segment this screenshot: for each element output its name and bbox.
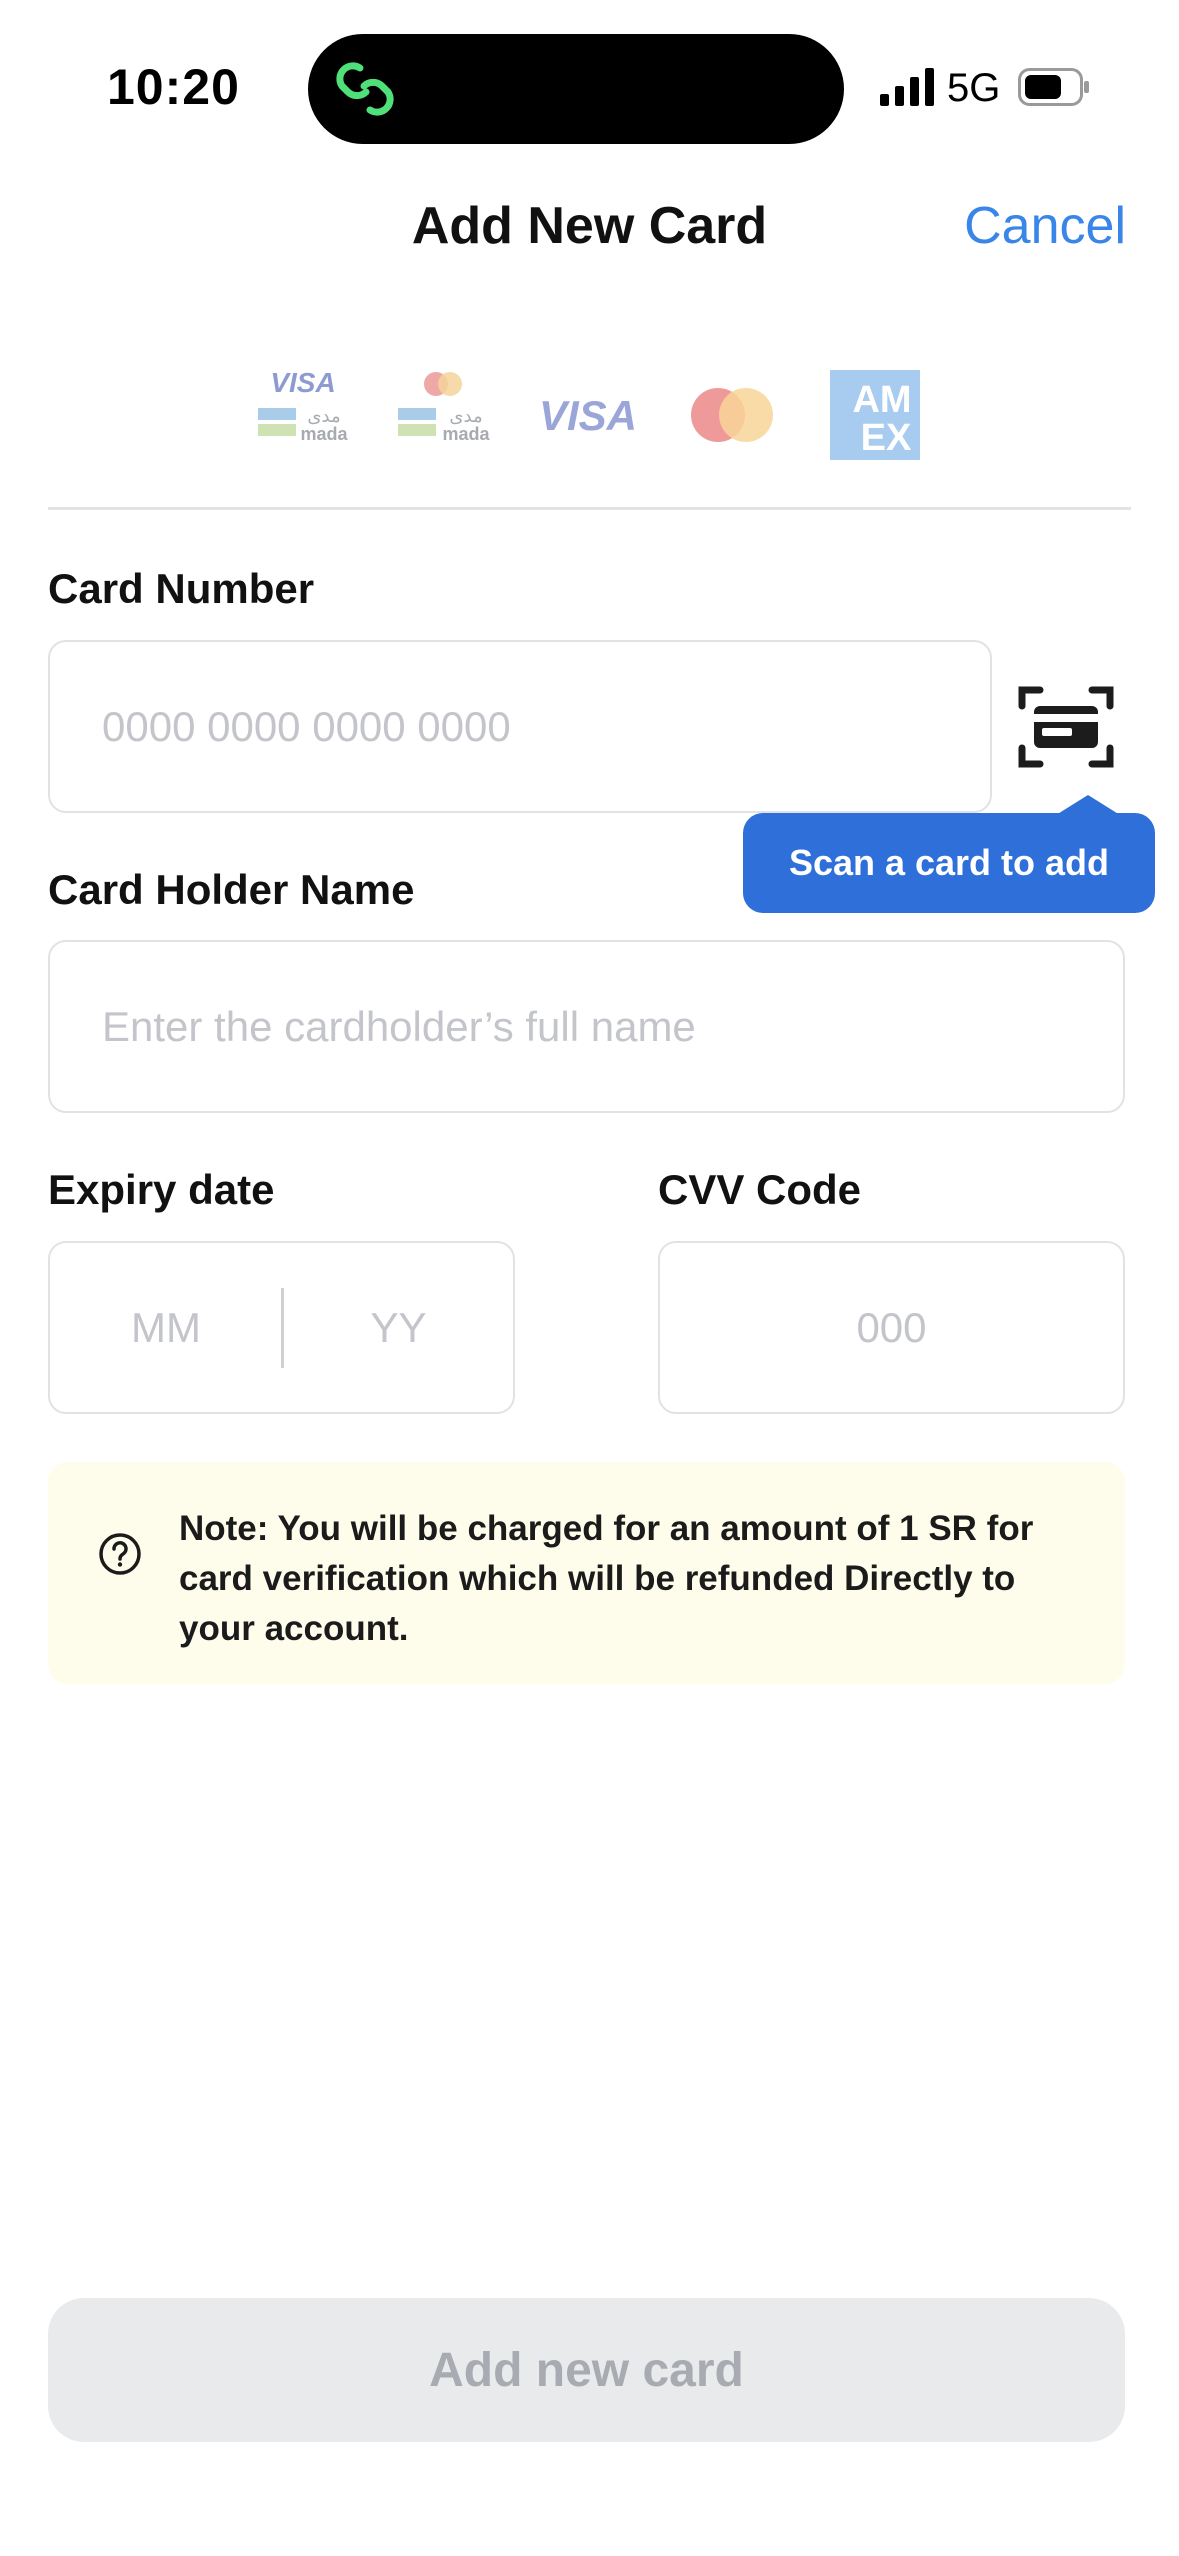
dynamic-island — [308, 34, 844, 144]
divider — [48, 507, 1131, 510]
cellular-signal-icon — [880, 68, 934, 106]
status-time: 10:20 — [107, 59, 240, 115]
add-new-card-button[interactable]: Add new card — [48, 2298, 1125, 2442]
card-number-input[interactable] — [50, 642, 990, 811]
scan-card-icon[interactable] — [1018, 684, 1114, 770]
expiry-field — [48, 1241, 515, 1414]
visa-logo: VISA — [539, 392, 637, 439]
note-text: Note: You will be charged for an amount … — [179, 1509, 1034, 1648]
svg-text:VISA: VISA — [539, 392, 637, 439]
amex-logo: AM EX — [830, 370, 920, 460]
cvv-label: CVV Code — [658, 1166, 862, 1213]
card-holder-field — [48, 940, 1125, 1113]
cvv-input[interactable] — [660, 1243, 1123, 1412]
svg-text:mada: mada — [442, 424, 490, 444]
card-number-field — [48, 640, 992, 813]
link-rings-icon — [336, 62, 394, 116]
question-circle-icon — [99, 1533, 141, 1575]
scan-tooltip[interactable]: Scan a card to add — [743, 813, 1155, 913]
verification-note: Note: You will be charged for an amount … — [48, 1462, 1125, 1684]
svg-text:VISA: VISA — [270, 367, 335, 398]
expiry-month-input[interactable] — [50, 1243, 282, 1412]
svg-text:EX: EX — [861, 417, 912, 459]
card-brand-logos: VISA مدى mada مدى mada VISA AM EX — [0, 360, 1179, 470]
battery-icon — [1018, 68, 1089, 106]
cvv-field — [658, 1241, 1125, 1414]
network-type: 5G — [947, 66, 1001, 110]
mastercard-logo — [691, 388, 773, 442]
card-holder-input[interactable] — [50, 942, 1123, 1111]
cancel-button[interactable]: Cancel — [964, 196, 1126, 256]
expiry-year-input[interactable] — [284, 1243, 513, 1412]
tooltip-arrow — [1056, 795, 1120, 815]
visa-mada-logo: VISA مدى mada — [258, 367, 348, 444]
svg-text:AM: AM — [852, 379, 911, 421]
status-bar: 10:20 5G — [0, 0, 1179, 160]
svg-text:mada: mada — [300, 424, 348, 444]
mastercard-mada-logo: مدى mada — [398, 372, 490, 444]
card-holder-label: Card Holder Name — [48, 866, 415, 913]
expiry-label: Expiry date — [48, 1166, 275, 1213]
card-number-label: Card Number — [48, 565, 315, 612]
